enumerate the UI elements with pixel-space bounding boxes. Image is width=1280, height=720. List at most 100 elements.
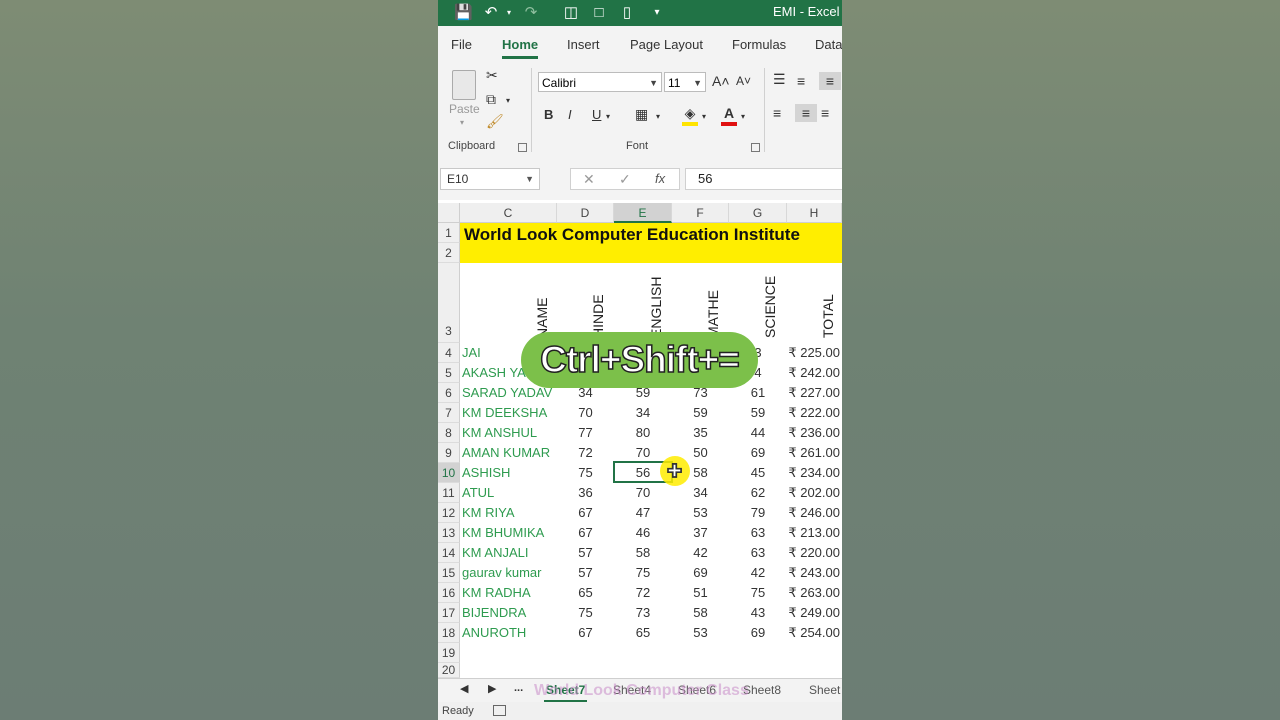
- row-header-3[interactable]: 3: [438, 263, 460, 343]
- align-top-icon[interactable]: ☰: [773, 70, 786, 88]
- cell-science[interactable]: 69: [729, 443, 787, 463]
- cell-english[interactable]: 46: [614, 523, 672, 543]
- row-header-8[interactable]: 8: [438, 423, 460, 443]
- cell-mathe[interactable]: 58: [672, 603, 729, 623]
- cell-science[interactable]: 43: [729, 603, 787, 623]
- cell-mathe[interactable]: 69: [672, 563, 729, 583]
- font-size-combo[interactable]: 11 ▼: [664, 72, 706, 92]
- cell-name[interactable]: KM RIYA: [462, 503, 557, 523]
- paste-button[interactable]: Paste ▾: [448, 68, 480, 128]
- sheet-title[interactable]: World Look Computer Education Institute: [464, 225, 800, 245]
- copy-dropdown-icon[interactable]: ▾: [506, 92, 510, 110]
- cell-total[interactable]: ₹ 202.00: [787, 483, 840, 503]
- cell-name[interactable]: ANUROTH: [462, 623, 557, 643]
- header-mathe[interactable]: MATHE: [705, 290, 721, 338]
- cell-english[interactable]: 70: [614, 483, 672, 503]
- sheet-more-button[interactable]: ...: [514, 682, 523, 694]
- column-header-f[interactable]: F: [672, 203, 729, 223]
- sheet-tab-sheet[interactable]: Sheet: [809, 683, 840, 697]
- italic-button[interactable]: I: [568, 106, 572, 124]
- cell-science[interactable]: 75: [729, 583, 787, 603]
- copy-icon[interactable]: ⧉: [486, 90, 496, 108]
- sheet-next-icon[interactable]: ▶: [488, 682, 496, 695]
- cell-name[interactable]: ASHISH: [462, 463, 557, 483]
- column-header-c[interactable]: C: [460, 203, 557, 223]
- tab-page-layout[interactable]: Page Layout: [630, 37, 703, 52]
- cell-science[interactable]: 42: [729, 563, 787, 583]
- cell-english[interactable]: 75: [614, 563, 672, 583]
- tab-file[interactable]: File: [451, 37, 472, 52]
- cell-mathe[interactable]: 34: [672, 483, 729, 503]
- fill-dropdown-icon[interactable]: ▾: [702, 108, 706, 126]
- bold-button[interactable]: B: [544, 106, 553, 124]
- cell-total[interactable]: ₹ 249.00: [787, 603, 840, 623]
- cell-hinde[interactable]: 65: [557, 583, 614, 603]
- tab-formulas[interactable]: Formulas: [732, 37, 786, 52]
- undo-dropdown-icon[interactable]: ▾: [500, 4, 518, 22]
- cell-english[interactable]: 47: [614, 503, 672, 523]
- comment-icon[interactable]: □: [590, 4, 608, 22]
- underline-dropdown-icon[interactable]: ▾: [606, 108, 610, 126]
- tab-data[interactable]: Data: [815, 37, 842, 52]
- column-header-e[interactable]: E: [614, 203, 672, 223]
- cell-science[interactable]: 45: [729, 463, 787, 483]
- cell-total[interactable]: ₹ 243.00: [787, 563, 840, 583]
- cell-hinde[interactable]: 75: [557, 463, 614, 483]
- formula-input[interactable]: 56: [685, 168, 842, 190]
- cell-english[interactable]: 58: [614, 543, 672, 563]
- cancel-icon[interactable]: ✕: [583, 171, 595, 188]
- cell-mathe[interactable]: 59: [672, 403, 729, 423]
- font-launcher-icon[interactable]: [751, 143, 760, 152]
- row-header-4[interactable]: 4: [438, 343, 460, 363]
- column-header-g[interactable]: G: [729, 203, 787, 223]
- cell-science[interactable]: 63: [729, 543, 787, 563]
- format-painter-icon[interactable]: 🖌: [486, 112, 504, 130]
- row-header-12[interactable]: 12: [438, 503, 460, 523]
- align-right-icon[interactable]: ≡: [821, 104, 829, 122]
- select-all-corner[interactable]: [438, 203, 460, 223]
- save-icon[interactable]: 💾: [454, 4, 473, 22]
- cell-total[interactable]: ₹ 225.00: [787, 343, 840, 363]
- row-header-5[interactable]: 5: [438, 363, 460, 383]
- row-header-6[interactable]: 6: [438, 383, 460, 403]
- cell-mathe[interactable]: 53: [672, 503, 729, 523]
- cell-mathe[interactable]: 42: [672, 543, 729, 563]
- cell-name[interactable]: KM ANJALI: [462, 543, 557, 563]
- font-name-combo[interactable]: Calibri ▼: [538, 72, 662, 92]
- row-header-7[interactable]: 7: [438, 403, 460, 423]
- cell-mathe[interactable]: 35: [672, 423, 729, 443]
- cell-hinde[interactable]: 67: [557, 623, 614, 643]
- cell-mathe[interactable]: 53: [672, 623, 729, 643]
- cell-name[interactable]: BIJENDRA: [462, 603, 557, 623]
- cell-english[interactable]: 80: [614, 423, 672, 443]
- cell-total[interactable]: ₹ 254.00: [787, 623, 840, 643]
- cell-name[interactable]: ATUL: [462, 483, 557, 503]
- grow-font-button[interactable]: A˄: [712, 72, 730, 90]
- cell-hinde[interactable]: 75: [557, 603, 614, 623]
- cell-name[interactable]: AMAN KUMAR: [462, 443, 557, 463]
- row-header-18[interactable]: 18: [438, 623, 460, 643]
- row-header-1[interactable]: 1: [438, 223, 460, 243]
- font-color-dropdown-icon[interactable]: ▾: [741, 108, 745, 126]
- cell-science[interactable]: 69: [729, 623, 787, 643]
- cell-total[interactable]: ₹ 236.00: [787, 423, 840, 443]
- shrink-font-button[interactable]: A˅: [736, 72, 751, 90]
- align-center-icon[interactable]: ≡: [795, 104, 817, 122]
- macro-record-icon[interactable]: [493, 705, 506, 716]
- borders-icon[interactable]: ▦: [635, 105, 648, 123]
- cell-total[interactable]: ₹ 222.00: [787, 403, 840, 423]
- sheet-prev-icon[interactable]: ◀: [460, 682, 468, 695]
- cut-icon[interactable]: ✂: [486, 66, 498, 84]
- row-header-17[interactable]: 17: [438, 603, 460, 623]
- cell-total[interactable]: ₹ 234.00: [787, 463, 840, 483]
- cell-english[interactable]: 34: [614, 403, 672, 423]
- row-header-14[interactable]: 14: [438, 543, 460, 563]
- customize-toolbar-icon[interactable]: ▾: [648, 4, 666, 22]
- column-header-h[interactable]: H: [787, 203, 842, 223]
- borders-dropdown-icon[interactable]: ▾: [656, 108, 660, 126]
- cell-name[interactable]: KM RADHA: [462, 583, 557, 603]
- align-left-icon[interactable]: ≡: [773, 104, 781, 122]
- align-middle-icon[interactable]: ≡: [797, 72, 805, 90]
- cell-hinde[interactable]: 57: [557, 563, 614, 583]
- column-header-d[interactable]: D: [557, 203, 614, 223]
